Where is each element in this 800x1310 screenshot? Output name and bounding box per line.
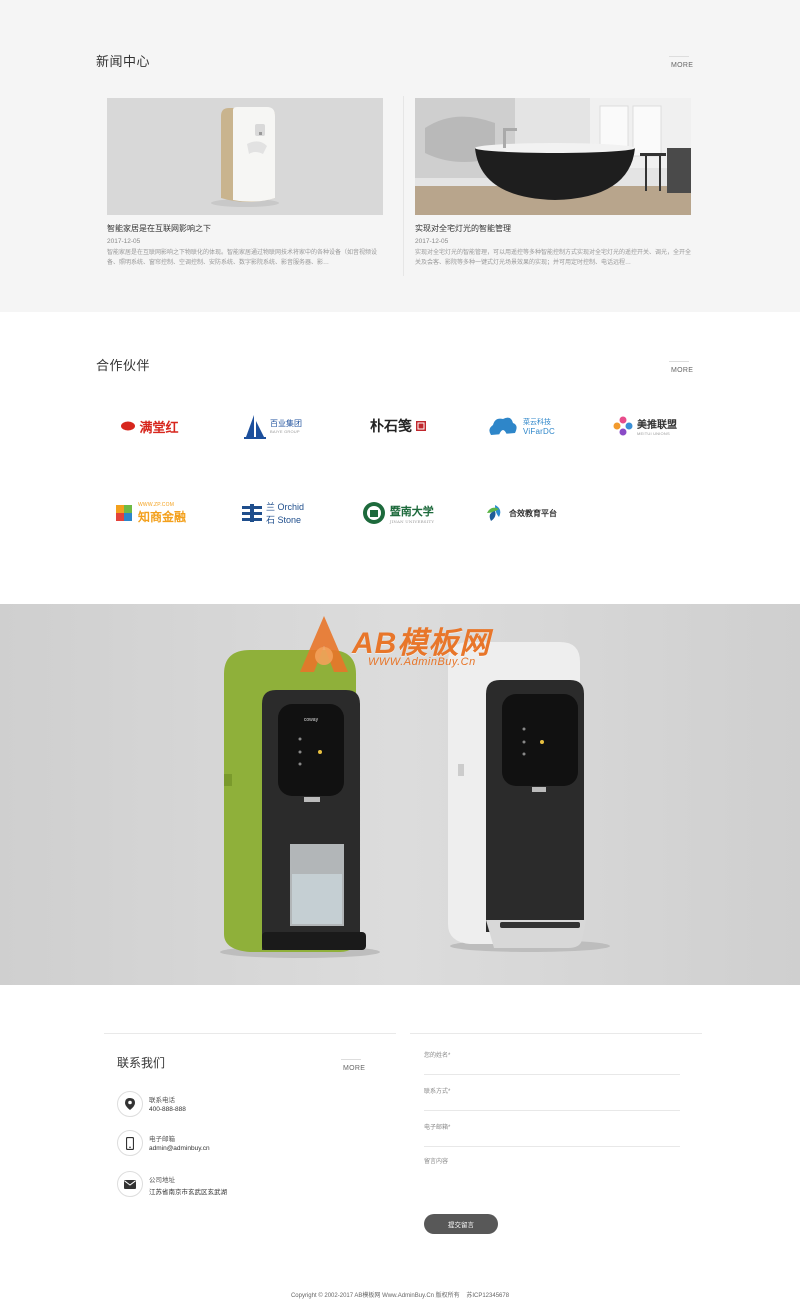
submit-message-button[interactable]: 提交留言 (424, 1214, 498, 1234)
bathtub-image (415, 98, 691, 215)
contact-value: 400-888-888 (149, 1106, 186, 1113)
partner-name: 菜云科技 ViFarDC (523, 418, 555, 436)
product-banner: coway AB模板网 WWW.AdminBuy.Cn (0, 604, 800, 985)
partner-logo-jinan[interactable]: 暨南大学 JINAN UNIVERSITY (343, 495, 453, 531)
news-image-bathroom[interactable] (415, 98, 691, 215)
contact-item-phone: 联系电话 400-888-888 (117, 1091, 317, 1119)
partner-name: 朴石笺 (370, 419, 412, 435)
partner-logo-orchid-stone[interactable]: 兰 Orchid 石 Stone (218, 495, 328, 531)
news-section-title: 新闻中心 (96, 54, 151, 69)
news-card[interactable]: 实现对全宅灯光的智能管理 2017-12-05 实现对全宅灯光的智能管理，可以用… (415, 98, 691, 270)
location-pin-icon (117, 1091, 143, 1117)
partner-logo-caiyun[interactable]: 菜云科技 ViFarDC (466, 408, 576, 444)
jinan-university-emblem-icon (362, 502, 385, 524)
baiye-logo-icon (244, 415, 266, 439)
contact-top-divider-left (104, 1033, 396, 1034)
envelope-icon (117, 1171, 143, 1197)
name-input[interactable]: 您的姓名* (424, 1050, 680, 1075)
footer-icp[interactable]: 苏ICP12345678 (466, 1293, 509, 1299)
partner-logo-zhishang[interactable]: WWW.ZP.COM 知商金融 (95, 495, 205, 531)
water-purifier-image (107, 98, 383, 215)
caiyun-cloud-icon (489, 417, 517, 435)
partner-logo-meitui[interactable]: 美推联盟 MEITUI UNIONS (590, 408, 700, 444)
ab-watermark-logo-icon (300, 616, 348, 672)
partner-logo-pushijian[interactable]: 朴石笺 (343, 408, 453, 444)
news-divider (403, 96, 404, 276)
news-image-water-purifier[interactable] (107, 98, 383, 215)
contact-value: 江苏省南京市玄武区玄武湖 (149, 1189, 227, 1196)
contact-item-email: 电子邮箱 admin@adminbuy.cn (117, 1130, 317, 1158)
meitui-flower-icon (613, 416, 633, 436)
partners-section: 合作伙伴 MORE 满堂红 百业集团 BAIYE GROUP 朴石笺 菜云科技 … (0, 312, 800, 604)
partner-name: 兰 Orchid 石 Stone (265, 502, 305, 525)
contact-item-address: 公司地址 江苏省南京市玄武区玄武湖 (117, 1171, 317, 1199)
partner-logo-mantanghong[interactable]: 满堂红 (95, 408, 205, 444)
partner-name: 暨南大学 JINAN UNIVERSITY (389, 504, 435, 524)
footer: Copyright © 2002-2017 AB模板网 Www.AdminBuy… (0, 1290, 800, 1299)
phone-input[interactable]: 联系方式* (424, 1086, 680, 1111)
news-item-title[interactable]: 智能家居是在互联网影响之下 (107, 223, 383, 234)
news-item-desc: 实现对全宅灯光的智能管理，可以用遥控等多种智能控制方式实现对全宅灯光的遥控开关、… (415, 250, 691, 266)
news-item-desc: 智能家居是在互联网影响之下物联化的体现。智能家居通过物联网技术将家中的各种设备（… (107, 250, 378, 266)
partners-section-title: 合作伙伴 (96, 358, 151, 373)
contact-value: admin@adminbuy.cn (149, 1145, 210, 1152)
mobile-phone-icon (117, 1130, 143, 1156)
email-input[interactable]: 电子邮箱* (424, 1122, 680, 1147)
hexiao-leaf-icon (487, 505, 501, 521)
footer-copyright: Copyright © 2002-2017 AB模板网 Www.AdminBuy… (290, 1293, 460, 1299)
message-textarea[interactable]: 留言内容 (424, 1156, 680, 1206)
watermark-url: WWW.AdminBuy.Cn (368, 656, 476, 668)
partner-name: 合效教育平台 (509, 508, 557, 518)
product-brand-text: coway (304, 717, 319, 723)
contact-label: 电子邮箱 (149, 1136, 175, 1143)
partners-more-link[interactable]: MORE (668, 361, 693, 374)
contact-more-link[interactable]: MORE (340, 1059, 365, 1072)
partner-name: 百业集团 BAIYE GROUP (270, 419, 302, 434)
news-card[interactable]: 智能家居是在互联网影响之下 2017-12-05 智能家居是在互联网影响之下物联… (107, 98, 383, 270)
contact-title: 联系我们 (117, 1056, 166, 1070)
partner-name: WWW.ZP.COM 知商金融 (137, 501, 186, 524)
partner-logo-baiye[interactable]: 百业集团 BAIYE GROUP (218, 408, 328, 444)
news-item-date: 2017-12-05 (415, 238, 449, 245)
mantanghong-logo-icon (121, 421, 136, 431)
news-more-link[interactable]: MORE (668, 56, 693, 69)
contact-section: 联系我们 MORE 联系电话 400-888-888 电子邮箱 admin@ad… (0, 985, 800, 1310)
zhishang-pinwheel-icon (115, 505, 132, 521)
contact-label: 公司地址 (149, 1177, 175, 1184)
pushijian-seal-icon (416, 421, 426, 431)
orchid-stone-icon (241, 504, 262, 522)
news-item-date: 2017-12-05 (107, 238, 141, 245)
partner-name: 满堂红 (139, 419, 179, 435)
news-item-title[interactable]: 实现对全宅灯光的智能管理 (415, 223, 691, 234)
contact-label: 联系电话 (149, 1097, 175, 1104)
news-section: 新闻中心 MORE 智能家居是在互联网影响之下 2017-12-05 智能家居是… (0, 0, 800, 312)
contact-top-divider-right (410, 1033, 702, 1034)
partner-name: 美推联盟 MEITUI UNIONS (637, 420, 677, 436)
partner-logo-hexiao[interactable]: 合效教育平台 (466, 495, 576, 531)
